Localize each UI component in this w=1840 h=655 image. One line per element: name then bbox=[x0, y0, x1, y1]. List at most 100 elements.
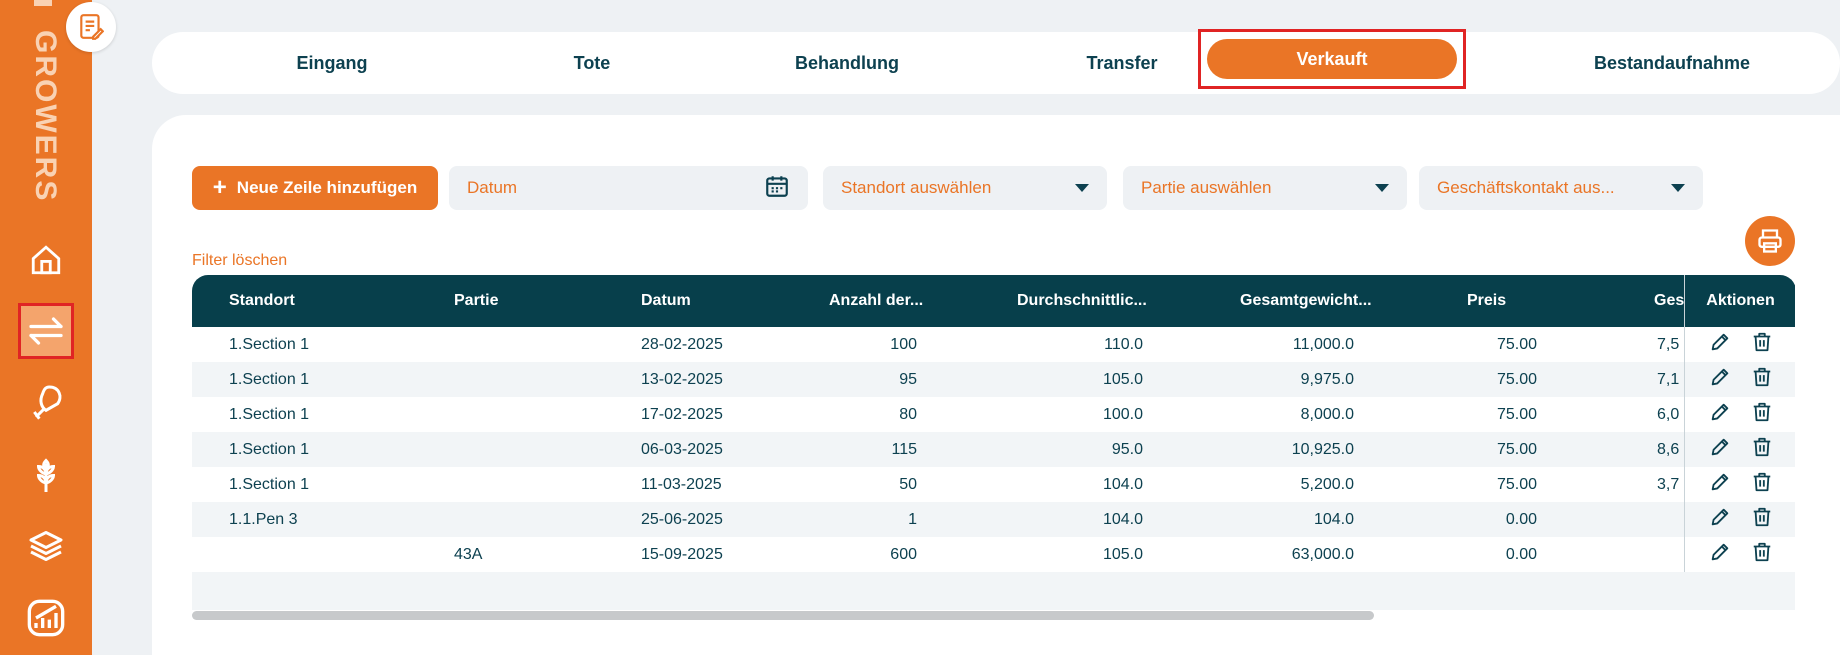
tab-bar: Eingang Tote Behandlung Transfer Verkauf… bbox=[152, 29, 1840, 94]
cell-durchschnitt: 95.0 bbox=[1111, 441, 1143, 458]
col-standort[interactable]: Standort bbox=[229, 275, 379, 327]
batch-select[interactable]: Partie auswählen bbox=[1123, 166, 1407, 210]
tab-transfer[interactable]: Transfer bbox=[1022, 32, 1222, 94]
tab-behandlung[interactable]: Behandlung bbox=[747, 32, 947, 94]
tab-eingang[interactable]: Eingang bbox=[232, 32, 432, 94]
printer-icon bbox=[1758, 229, 1782, 253]
table-row[interactable]: 1.Section 1 28-02-2025 100 110.0 11,000.… bbox=[192, 327, 1795, 362]
delete-icon[interactable] bbox=[1751, 436, 1773, 463]
cell-preis: 0.00 bbox=[1505, 546, 1537, 563]
cell-datum: 28-02-2025 bbox=[641, 336, 723, 353]
row-actions bbox=[1685, 327, 1795, 362]
cell-standort bbox=[229, 537, 429, 572]
batch-placeholder: Partie auswählen bbox=[1141, 178, 1272, 197]
cell-gesamtgewicht: 104.0 bbox=[1313, 511, 1354, 528]
contact-placeholder: Geschäftskontakt aus... bbox=[1437, 178, 1615, 197]
cell-datum: 11-03-2025 bbox=[641, 476, 722, 493]
table-row[interactable]: 1.Section 1 11-03-2025 50 104.0 5,200.0 … bbox=[192, 467, 1795, 502]
cell-gesamtgewicht: 63,000.0 bbox=[1291, 546, 1354, 563]
date-field[interactable]: Datum bbox=[449, 166, 808, 210]
sidebar: GROWERS bbox=[0, 0, 92, 655]
cell-gesamt bbox=[1657, 537, 1687, 572]
cell-datum: 17-02-2025 bbox=[641, 406, 723, 423]
col-partie[interactable]: Partie bbox=[454, 275, 604, 327]
cell-standort: 1.Section 1 bbox=[229, 371, 310, 388]
location-select[interactable]: Standort auswählen bbox=[823, 166, 1107, 210]
row-actions bbox=[1685, 502, 1795, 537]
tab-tote[interactable]: Tote bbox=[492, 32, 692, 94]
col-gesamtgewicht[interactable]: Gesamtgewicht... bbox=[1240, 275, 1400, 327]
table-row[interactable]: 1.Section 1 17-02-2025 80 100.0 8,000.0 … bbox=[192, 397, 1795, 432]
cell-anzahl: 95 bbox=[899, 371, 917, 388]
layers-icon[interactable] bbox=[18, 518, 74, 574]
table-row[interactable]: 43A 15-09-2025 600 105.0 63,000.0 0.00 bbox=[192, 537, 1795, 572]
delete-icon[interactable] bbox=[1751, 506, 1773, 533]
edit-icon[interactable] bbox=[1709, 471, 1731, 498]
cell-gesamtgewicht: 5,200.0 bbox=[1300, 476, 1354, 493]
delete-icon[interactable] bbox=[1751, 401, 1773, 428]
row-actions bbox=[1685, 397, 1795, 432]
cell-gesamt: 7,1 bbox=[1657, 371, 1680, 388]
edit-icon[interactable] bbox=[1709, 366, 1731, 393]
table-row[interactable]: 1.Section 1 13-02-2025 95 105.0 9,975.0 … bbox=[192, 362, 1795, 397]
transfer-arrows-icon[interactable] bbox=[18, 303, 74, 359]
brand-logo: GROWERS bbox=[29, 30, 62, 203]
home-icon[interactable] bbox=[18, 232, 74, 288]
col-durchschnitt[interactable]: Durchschnittlic... bbox=[1017, 275, 1177, 327]
chart-icon[interactable] bbox=[18, 590, 74, 646]
delete-icon[interactable] bbox=[1751, 331, 1773, 358]
cell-gesamtgewicht: 11,000.0 bbox=[1292, 336, 1354, 353]
tab-verkauft[interactable]: Verkauft bbox=[1198, 29, 1466, 89]
add-row-label: Neue Zeile hinzufügen bbox=[236, 178, 418, 197]
actions-column: Aktionen bbox=[1684, 275, 1795, 572]
cell-partie bbox=[454, 502, 604, 537]
grain-icon[interactable] bbox=[18, 446, 74, 502]
cell-anzahl: 80 bbox=[899, 406, 917, 423]
cell-gesamt: 3,7 bbox=[1657, 476, 1680, 493]
cell-datum: 13-02-2025 bbox=[641, 371, 723, 388]
cell-durchschnitt: 105.0 bbox=[1102, 546, 1143, 563]
table-footer-row bbox=[192, 572, 1795, 610]
delete-icon[interactable] bbox=[1751, 366, 1773, 393]
meat-icon[interactable] bbox=[18, 374, 74, 430]
print-button[interactable] bbox=[1745, 216, 1795, 266]
chevron-down-icon bbox=[1375, 184, 1389, 192]
col-preis[interactable]: Preis bbox=[1467, 275, 1567, 327]
cell-preis: 75.00 bbox=[1496, 441, 1537, 458]
cell-gesamtgewicht: 10,925.0 bbox=[1291, 441, 1354, 458]
cell-datum: 06-03-2025 bbox=[641, 441, 723, 458]
cell-durchschnitt: 105.0 bbox=[1102, 371, 1143, 388]
cell-anzahl: 600 bbox=[890, 546, 917, 563]
row-actions bbox=[1685, 537, 1795, 572]
cell-preis: 75.00 bbox=[1496, 406, 1537, 423]
clear-filter-link[interactable]: Filter löschen bbox=[192, 252, 287, 270]
add-row-button[interactable]: + Neue Zeile hinzufügen bbox=[192, 166, 438, 210]
edit-icon[interactable] bbox=[1709, 331, 1731, 358]
cell-standort: 1.Section 1 bbox=[229, 336, 310, 353]
brand-mark bbox=[34, 0, 52, 6]
cell-datum: 25-06-2025 bbox=[641, 511, 723, 528]
table-row[interactable]: 1.Section 1 06-03-2025 115 95.0 10,925.0… bbox=[192, 432, 1795, 467]
horizontal-scrollbar[interactable] bbox=[192, 611, 1374, 620]
edit-icon[interactable] bbox=[1709, 541, 1731, 568]
cell-standort: 1.Section 1 bbox=[229, 476, 310, 493]
cell-partie bbox=[454, 327, 604, 362]
delete-icon[interactable] bbox=[1751, 471, 1773, 498]
col-datum[interactable]: Datum bbox=[641, 275, 791, 327]
delete-icon[interactable] bbox=[1751, 541, 1773, 568]
calendar-icon[interactable] bbox=[764, 173, 790, 204]
cell-anzahl: 100 bbox=[890, 336, 917, 353]
edit-icon[interactable] bbox=[1709, 401, 1731, 428]
edit-icon[interactable] bbox=[1709, 436, 1731, 463]
cell-gesamt: 6,0 bbox=[1657, 406, 1680, 423]
cell-standort: 1.Section 1 bbox=[229, 406, 310, 423]
col-anzahl[interactable]: Anzahl der... bbox=[829, 275, 979, 327]
tab-bestandaufnahme[interactable]: Bestandaufnahme bbox=[1552, 32, 1792, 94]
cell-gesamt: 8,6 bbox=[1657, 441, 1680, 458]
table-row[interactable]: 1.1.Pen 3 25-06-2025 1 104.0 104.0 0.00 bbox=[192, 502, 1795, 537]
contact-select[interactable]: Geschäftskontakt aus... bbox=[1419, 166, 1703, 210]
notes-icon[interactable] bbox=[66, 2, 116, 52]
cell-gesamt: 7,5 bbox=[1657, 336, 1680, 353]
edit-icon[interactable] bbox=[1709, 506, 1731, 533]
location-placeholder: Standort auswählen bbox=[841, 178, 992, 197]
